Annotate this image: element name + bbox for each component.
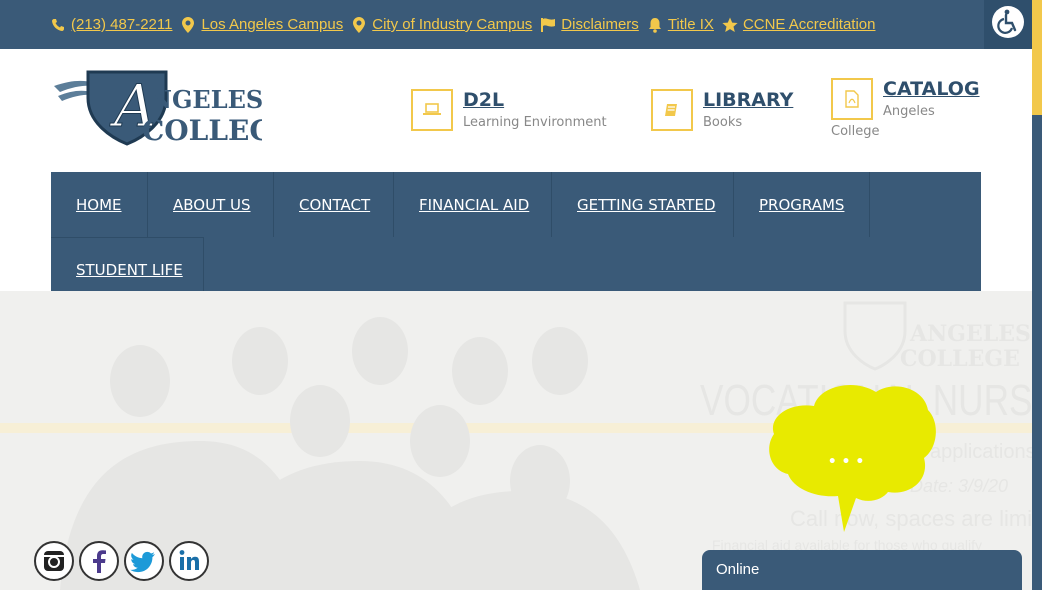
scrollbar-thumb[interactable]: [1032, 0, 1042, 115]
nav-item-home[interactable]: HOME: [51, 172, 148, 237]
nav-student-life-label[interactable]: STUDENT LIFE: [76, 261, 183, 279]
phone-link[interactable]: (213) 487-2211: [50, 16, 172, 33]
angeles-college-logo[interactable]: A NGELES COLLEGE: [52, 68, 295, 147]
catalog-subtitle-line1: Angeles: [883, 104, 935, 119]
top-bar: (213) 487-2211 Los Angeles Campus City o…: [0, 0, 1032, 49]
book-icon: [651, 89, 693, 131]
nav-getting-started-label[interactable]: GETTING STARTED: [577, 196, 716, 214]
hero-line1: applications: [930, 441, 1032, 463]
industry-campus-link[interactable]: City of Industry Campus: [351, 16, 532, 33]
library-subtitle: Books: [703, 115, 743, 130]
nav-item-contact[interactable]: CONTACT: [274, 172, 394, 237]
facebook-icon[interactable]: [78, 540, 120, 582]
disclaimers-text[interactable]: Disclaimers: [561, 16, 639, 33]
pdf-file-icon: [831, 78, 873, 120]
chat-dots: • • •: [828, 454, 865, 470]
la-campus-link[interactable]: Los Angeles Campus: [180, 16, 343, 33]
main-navigation: HOME ABOUT US CONTACT FINANCIAL AID GETT…: [51, 172, 981, 302]
library-link[interactable]: LIBRARY Books: [651, 89, 793, 131]
nav-contact-label[interactable]: CONTACT: [299, 196, 370, 214]
flag-icon: [540, 17, 556, 33]
linkedin-icon[interactable]: [168, 540, 210, 582]
phone-text[interactable]: (213) 487-2211: [71, 16, 172, 33]
logo-text-line1: NGELES: [150, 85, 262, 114]
library-title[interactable]: LIBRARY: [703, 89, 793, 111]
logo-text-line2: COLLEGE: [142, 114, 262, 146]
ccne-link[interactable]: CCNE Accreditation: [722, 16, 876, 33]
phone-icon: [50, 17, 66, 33]
ccne-text[interactable]: CCNE Accreditation: [743, 16, 876, 33]
d2l-link[interactable]: D2L Learning Environment: [411, 89, 607, 131]
instagram-icon[interactable]: [33, 540, 75, 582]
bell-icon: [647, 17, 663, 33]
chat-bubble-button[interactable]: • • •: [764, 378, 938, 536]
nav-item-about-us[interactable]: ABOUT US: [148, 172, 274, 237]
catalog-title[interactable]: CATALOG: [883, 78, 980, 100]
la-campus-text[interactable]: Los Angeles Campus: [201, 16, 343, 33]
chat-status-text: Online: [716, 561, 760, 578]
hero-logo-line1: ANGELES: [910, 321, 1031, 347]
title-ix-text[interactable]: Title IX: [668, 16, 714, 33]
hero-logo-line2: COLLEGE: [900, 346, 1020, 372]
industry-campus-text[interactable]: City of Industry Campus: [372, 16, 532, 33]
nav-about-label[interactable]: ABOUT US: [173, 196, 251, 214]
nav-home-label[interactable]: HOME: [76, 196, 122, 214]
disclaimers-link[interactable]: Disclaimers: [540, 16, 639, 33]
catalog-link[interactable]: CATALOG Angeles: [831, 78, 980, 120]
laptop-icon: [411, 89, 453, 131]
star-icon: [722, 17, 738, 33]
nav-financial-aid-label[interactable]: FINANCIAL AID: [419, 196, 529, 214]
map-marker-icon: [180, 16, 196, 33]
map-marker-icon: [351, 16, 367, 33]
nav-item-getting-started[interactable]: GETTING STARTED: [552, 172, 734, 237]
nav-programs-label[interactable]: PROGRAMS: [759, 196, 844, 214]
nav-item-programs[interactable]: PROGRAMS: [734, 172, 870, 237]
catalog-subtitle-line2: College: [831, 124, 880, 139]
twitter-icon[interactable]: [123, 540, 165, 582]
d2l-title[interactable]: D2L: [463, 89, 607, 111]
chat-status-bar[interactable]: Online: [702, 550, 1022, 590]
nav-item-financial-aid[interactable]: FINANCIAL AID: [394, 172, 552, 237]
d2l-subtitle: Learning Environment: [463, 115, 607, 130]
accessibility-button[interactable]: [984, 0, 1032, 49]
wheelchair-icon: [991, 5, 1025, 44]
title-ix-link[interactable]: Title IX: [647, 16, 714, 33]
